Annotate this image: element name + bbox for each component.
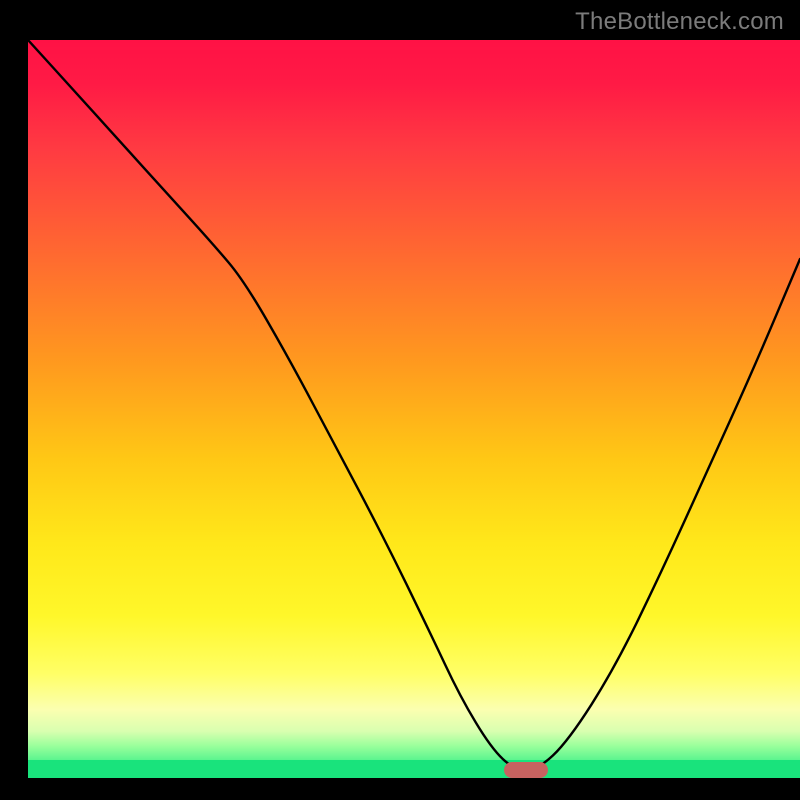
optimal-marker <box>504 762 548 778</box>
baseline-strip <box>28 760 800 778</box>
plot-area <box>28 40 800 798</box>
background-gradient <box>28 40 800 760</box>
watermark-text: TheBottleneck.com <box>575 8 784 36</box>
chart-frame <box>14 10 786 788</box>
